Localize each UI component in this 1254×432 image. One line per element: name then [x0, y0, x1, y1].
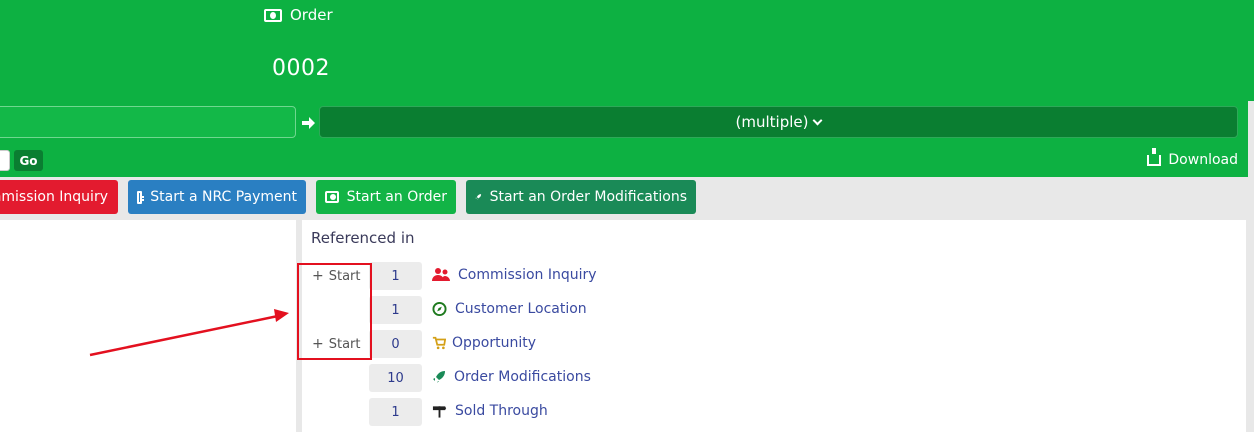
- cart-icon: [432, 336, 446, 350]
- commission-inquiry-label: mmission Inquiry: [0, 189, 108, 205]
- filter-source-input[interactable]: [0, 106, 296, 138]
- money-icon: [325, 191, 339, 203]
- record-header: Order 0002: [0, 0, 1254, 101]
- annotation-highlight-box: [297, 263, 372, 360]
- reference-count[interactable]: 1: [369, 262, 422, 290]
- arrow-right-icon: [302, 117, 315, 129]
- start-order-modifications-button[interactable]: Start an Order Modifications: [466, 180, 696, 214]
- reference-count[interactable]: 1: [369, 398, 422, 426]
- reference-count[interactable]: 1: [369, 296, 422, 324]
- filter-bar: (multiple): [0, 101, 1248, 144]
- referenced-row: 10 Order Modifications: [302, 364, 902, 392]
- referenced-in-title: Referenced in: [311, 229, 415, 247]
- referenced-row: + Start 0 Opportunity: [302, 330, 902, 358]
- document-icon: [137, 190, 145, 204]
- left-panel: [0, 220, 296, 432]
- reference-count[interactable]: 0: [369, 330, 422, 358]
- reference-label: Order Modifications: [454, 369, 591, 385]
- reference-link-customer-location[interactable]: Customer Location: [432, 301, 587, 317]
- start-nrc-payment-button[interactable]: Start a NRC Payment: [128, 180, 306, 214]
- go-button[interactable]: Go: [14, 150, 43, 171]
- download-button[interactable]: Download: [1147, 147, 1238, 168]
- reference-label: Customer Location: [455, 301, 587, 317]
- commission-inquiry-button[interactable]: mmission Inquiry: [0, 180, 118, 214]
- reference-link-order-modifications[interactable]: Order Modifications: [432, 369, 591, 385]
- start-order-modifications-label: Start an Order Modifications: [489, 189, 687, 205]
- compass-icon: [432, 301, 447, 317]
- money-icon: [264, 8, 282, 22]
- go-input[interactable]: [0, 150, 10, 171]
- start-order-label: Start an Order: [346, 189, 447, 205]
- entity-type-label: Order: [290, 6, 333, 24]
- filter-select[interactable]: (multiple): [319, 106, 1238, 138]
- referenced-row: 1 Customer Location: [302, 296, 902, 324]
- start-order-button[interactable]: Start an Order: [316, 180, 456, 214]
- reference-label: Commission Inquiry: [458, 267, 597, 283]
- referenced-in-panel: Referenced in + Start 1 Commission Inqui…: [302, 220, 1246, 432]
- go-bar: Go Download: [0, 144, 1248, 177]
- download-label: Download: [1168, 152, 1238, 168]
- reference-count[interactable]: 10: [369, 364, 422, 392]
- chevron-down-icon: [813, 115, 823, 125]
- signpost-icon: [432, 406, 447, 418]
- reference-link-commission-inquiry[interactable]: Commission Inquiry: [432, 267, 597, 283]
- filter-select-value: (multiple): [735, 113, 809, 131]
- entity-type: Order: [264, 6, 333, 24]
- reference-label: Sold Through: [455, 403, 548, 419]
- referenced-row: 1 Sold Through: [302, 398, 902, 426]
- download-icon: [1147, 147, 1162, 166]
- reference-link-sold-through[interactable]: Sold Through: [432, 403, 548, 419]
- referenced-row: + Start 1 Commission Inquiry: [302, 262, 902, 290]
- record-id: 0002: [272, 56, 330, 81]
- reference-link-opportunity[interactable]: Opportunity: [432, 335, 536, 351]
- rocket-icon: [433, 371, 445, 383]
- start-nrc-payment-label: Start a NRC Payment: [150, 189, 297, 205]
- action-buttons: mmission Inquiry Start a NRC Payment Sta…: [0, 177, 1248, 220]
- users-icon: [432, 268, 450, 281]
- reference-label: Opportunity: [452, 335, 537, 351]
- rocket-icon: [475, 194, 482, 200]
